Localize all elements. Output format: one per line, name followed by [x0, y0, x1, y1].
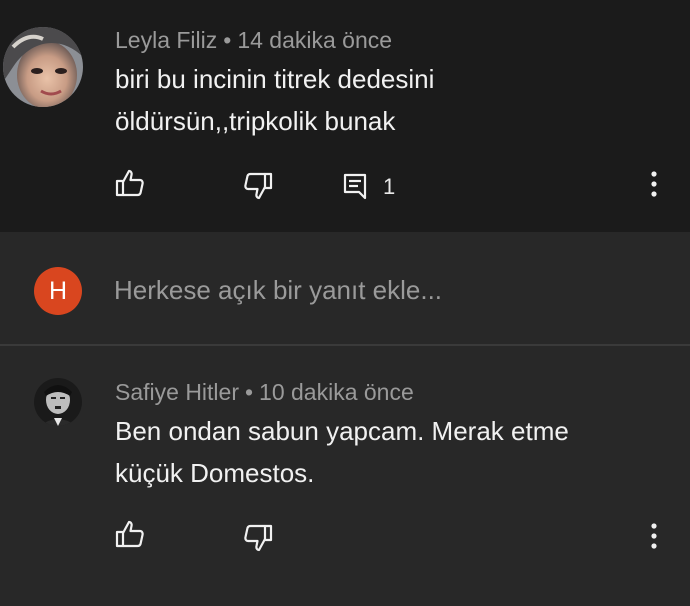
dislike-button[interactable]: [238, 166, 278, 206]
thumbs-up-icon: [115, 520, 144, 548]
meta-separator: •: [223, 27, 232, 53]
author-name[interactable]: Leyla Filiz: [115, 27, 217, 53]
thumbs-down-icon: [244, 172, 273, 200]
user-avatar: H: [34, 267, 82, 315]
meta-separator: •: [244, 379, 254, 405]
comment-line: biri bu incinin titrek dedesini: [115, 64, 435, 94]
comment-text: biri bu incinin titrek dedesini öldürsün…: [115, 58, 655, 142]
reply-count[interactable]: 1: [383, 174, 395, 200]
comment-card-1: Leyla Filiz • 14 dakika önce biri bu incin…: [0, 0, 690, 232]
avatar[interactable]: [34, 378, 82, 426]
more-vertical-icon: [651, 523, 657, 549]
comment-meta: Safiye Hitler • 10 dakika önce: [115, 379, 414, 406]
reply-input[interactable]: [114, 270, 654, 310]
like-button[interactable]: [110, 514, 150, 554]
more-vertical-icon: [651, 171, 657, 197]
comment-meta: Leyla Filiz • 14 dakika önce: [115, 27, 392, 54]
dislike-button[interactable]: [238, 518, 278, 558]
author-name[interactable]: Safiye Hitler: [115, 379, 239, 405]
thumbs-down-icon: [244, 524, 273, 552]
comment-text: Ben ondan sabun yapcam. Merak etme küçük…: [115, 410, 655, 494]
avatar[interactable]: [3, 27, 83, 107]
timestamp: 14 dakika önce: [237, 27, 393, 53]
timestamp: 10 dakika önce: [259, 379, 414, 405]
more-options-button[interactable]: [634, 164, 674, 204]
comment-line: Ben ondan sabun yapcam. Merak etme: [115, 416, 569, 446]
comment-line: küçük Domestos.: [115, 458, 315, 488]
comment-icon: [343, 173, 367, 200]
comment-line: öldürsün,,tripkolik bunak: [115, 106, 396, 136]
like-button[interactable]: [110, 163, 150, 203]
thumbs-up-icon: [115, 169, 144, 197]
reply-button[interactable]: [335, 166, 375, 206]
comment-card-2: Safiye Hitler • 10 dakika önce Ben ondan s…: [0, 346, 690, 606]
more-options-button[interactable]: [634, 516, 674, 556]
